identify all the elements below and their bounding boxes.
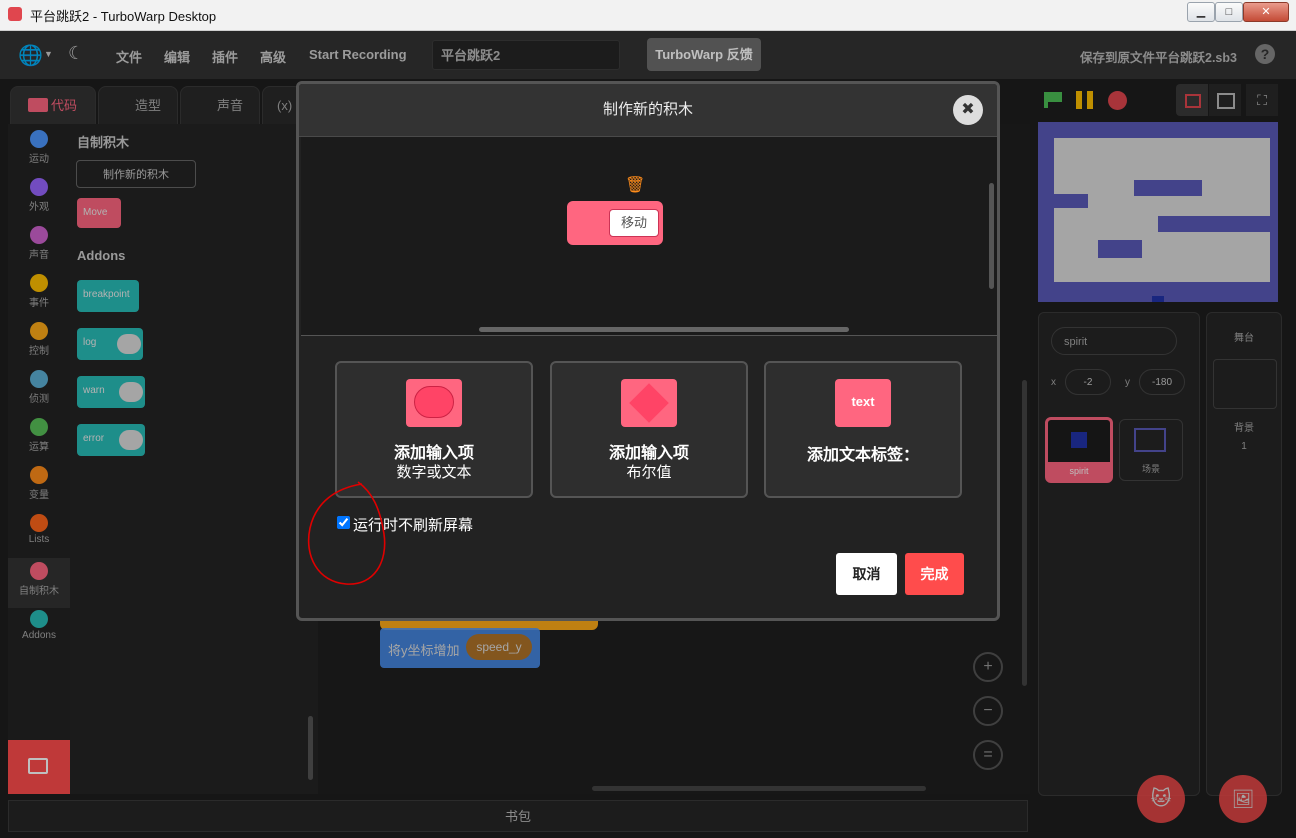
text-label-icon: text — [835, 379, 891, 427]
option-sublabel: 布尔值 — [626, 464, 672, 481]
number-text-input-icon — [406, 379, 462, 427]
add-text-label-button[interactable]: text 添加文本标签： — [764, 361, 962, 498]
make-block-dialog: 制作新的积木 ✖ 🗑 移动 添加输入项 数字或文本 添加输入项 布尔值 text… — [296, 81, 1000, 621]
diamond-shape-icon — [629, 383, 669, 423]
dialog-header: 制作新的积木 ✖ — [299, 84, 997, 137]
cancel-button[interactable]: 取消 — [836, 553, 897, 595]
close-icon[interactable]: ✖ — [953, 95, 983, 125]
minimize-button[interactable]: ▁ — [1187, 2, 1215, 22]
maximize-button[interactable]: □ — [1215, 2, 1243, 22]
window-titlebar: 平台跳跃2 - TurboWarp Desktop ▁ □ ✕ — [0, 0, 1296, 31]
boolean-input-icon — [621, 379, 677, 427]
block-preview-area: 🗑 移动 — [301, 137, 997, 336]
add-boolean-input-button[interactable]: 添加输入项 布尔值 — [550, 361, 748, 498]
dialog-title: 制作新的积木 — [602, 101, 693, 118]
window-title: 平台跳跃2 - TurboWarp Desktop — [30, 9, 217, 24]
preview-vscrollbar[interactable] — [989, 183, 994, 289]
ok-button[interactable]: 完成 — [905, 553, 964, 595]
preview-custom-block: 移动 — [567, 201, 663, 245]
preview-hscrollbar[interactable] — [479, 327, 849, 332]
option-label: 添加输入项 — [608, 445, 689, 462]
block-name-input[interactable]: 移动 — [609, 209, 659, 237]
option-label: 添加输入项 — [393, 445, 474, 462]
oval-shape-icon — [414, 386, 454, 418]
app-icon — [8, 7, 22, 21]
option-label: 添加文本标签： — [806, 447, 919, 464]
delete-trash-icon[interactable]: 🗑 — [625, 175, 645, 195]
red-annotation-scribble — [307, 481, 386, 585]
close-window-button[interactable]: ✕ — [1243, 2, 1289, 22]
